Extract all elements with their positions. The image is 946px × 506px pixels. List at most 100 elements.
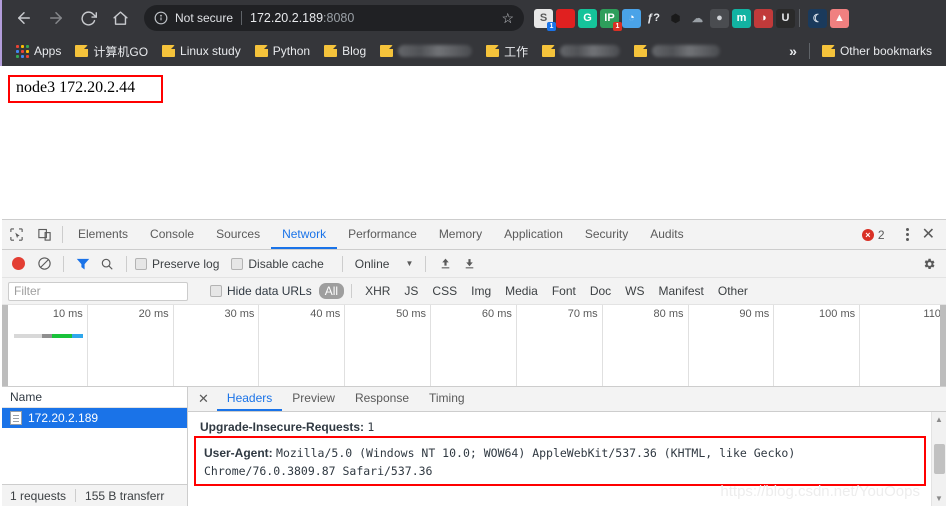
filter-funnel-icon[interactable] bbox=[72, 257, 94, 271]
formula-extension[interactable]: ƒ? bbox=[644, 9, 663, 28]
bookmark-redacted-1[interactable] bbox=[374, 42, 478, 60]
disable-cache-label: Disable cache bbox=[248, 257, 323, 271]
detail-tab-preview[interactable]: Preview bbox=[282, 387, 345, 411]
request-row-172-20-2-189[interactable]: 172.20.2.189 bbox=[2, 408, 187, 428]
scroll-down-arrow-icon[interactable]: ▼ bbox=[935, 491, 943, 506]
bookmark-python[interactable]: Python bbox=[249, 41, 316, 61]
security-status-label[interactable]: Not secure bbox=[175, 11, 233, 25]
filter-type-ws[interactable]: WS bbox=[619, 283, 650, 299]
bookmark-star-icon[interactable]: ☆ bbox=[493, 10, 514, 27]
timeline-tick-label: 70 ms bbox=[568, 308, 598, 320]
scrollbar-thumb[interactable] bbox=[934, 444, 945, 474]
filter-type-font[interactable]: Font bbox=[546, 283, 582, 299]
lastpass-extension[interactable]: U bbox=[776, 9, 795, 28]
bookmark-blog[interactable]: Blog bbox=[318, 41, 372, 61]
url-text[interactable]: 172.20.2.189:8080 bbox=[250, 11, 354, 25]
grammarly-extension[interactable]: G bbox=[578, 9, 597, 28]
bookmarks-overflow-chevron[interactable]: » bbox=[783, 43, 803, 59]
filter-type-css[interactable]: CSS bbox=[426, 283, 463, 299]
apps-grid-icon bbox=[16, 45, 29, 58]
close-detail-icon[interactable]: ✕ bbox=[188, 387, 217, 411]
export-har-icon[interactable] bbox=[458, 257, 480, 270]
omnibox[interactable]: Not secure 172.20.2.189:8080 ☆ bbox=[144, 5, 524, 31]
red-extension[interactable]: ⶜ bbox=[556, 9, 575, 28]
home-icon[interactable] bbox=[106, 4, 134, 32]
timeline-tick-label: 40 ms bbox=[310, 308, 340, 320]
bookmark-redacted-2[interactable] bbox=[536, 42, 626, 60]
tab-console[interactable]: Console bbox=[139, 220, 205, 249]
reload-icon[interactable] bbox=[74, 4, 102, 32]
filter-type-other[interactable]: Other bbox=[712, 283, 754, 299]
detail-scrollbar[interactable]: ▲ ▼ bbox=[931, 412, 946, 506]
forward-arrow-icon[interactable] bbox=[42, 4, 70, 32]
timeline-tick-label: 10 ms bbox=[53, 308, 83, 320]
tab-memory[interactable]: Memory bbox=[428, 220, 493, 249]
import-har-icon[interactable] bbox=[434, 257, 456, 270]
filter-type-divider bbox=[351, 284, 352, 298]
cube-extension[interactable]: ⬢ bbox=[666, 9, 685, 28]
back-arrow-icon[interactable] bbox=[10, 4, 38, 32]
tab-application[interactable]: Application bbox=[493, 220, 574, 249]
timeline-selection-handle-left[interactable] bbox=[2, 305, 8, 386]
cloud-extension[interactable]: ☁ bbox=[688, 9, 707, 28]
bookmark-jisuanjigo[interactable]: 计算机GO bbox=[69, 40, 154, 63]
filter-type-doc[interactable]: Doc bbox=[584, 283, 617, 299]
filter-input[interactable]: Filter bbox=[8, 282, 188, 301]
header-key: User-Agent: bbox=[204, 446, 273, 460]
close-devtools-icon[interactable]: ✕ bbox=[919, 227, 938, 243]
profile-avatar[interactable]: ▲ bbox=[830, 9, 849, 28]
mask-extension[interactable]: ◑ bbox=[754, 9, 773, 28]
timeline-selection-handle-right[interactable] bbox=[940, 305, 946, 386]
inspect-element-icon[interactable] bbox=[2, 220, 30, 249]
bookmark-redacted-3[interactable] bbox=[628, 42, 726, 60]
detail-tab-list: Headers Preview Response Timing bbox=[217, 387, 475, 411]
tab-audits[interactable]: Audits bbox=[639, 220, 694, 249]
request-list-header[interactable]: Name bbox=[2, 387, 187, 408]
bulb-extension[interactable]: ● bbox=[710, 9, 729, 28]
network-overview-timeline[interactable]: 10 ms 20 ms 30 ms 40 ms 50 ms 60 ms 70 ms 80 ms… bbox=[2, 305, 946, 387]
other-bookmarks-folder[interactable]: Other bookmarks bbox=[816, 41, 938, 61]
filter-type-img[interactable]: Img bbox=[465, 283, 497, 299]
hide-data-urls-checkbox[interactable]: Hide data URLs bbox=[210, 284, 312, 298]
filter-type-manifest[interactable]: Manifest bbox=[653, 283, 710, 299]
header-row-upgrade-insecure-requests: Upgrade-Insecure-Requests: 1 bbox=[200, 420, 936, 435]
clear-icon[interactable] bbox=[33, 256, 55, 271]
timeline-tick-2: 30 ms bbox=[174, 305, 260, 386]
timeline-tick-10: 110 bbox=[860, 305, 946, 386]
tab-sources[interactable]: Sources bbox=[205, 220, 271, 249]
filter-type-xhr[interactable]: XHR bbox=[359, 283, 396, 299]
error-count-badge[interactable]: × 2 bbox=[862, 228, 885, 242]
apps-shortcut[interactable]: Apps bbox=[10, 41, 67, 61]
ip-extension[interactable]: IP 1 bbox=[600, 9, 619, 28]
momentum-extension[interactable]: m bbox=[732, 9, 751, 28]
checkbox-box bbox=[135, 258, 147, 270]
evernote-extension[interactable]: S1 bbox=[534, 9, 553, 28]
detail-tab-timing[interactable]: Timing bbox=[419, 387, 475, 411]
scroll-up-arrow-icon[interactable]: ▲ bbox=[935, 412, 943, 427]
detail-tab-headers[interactable]: Headers bbox=[217, 387, 282, 411]
tab-performance[interactable]: Performance bbox=[337, 220, 428, 249]
preserve-log-checkbox[interactable]: Preserve log bbox=[135, 257, 219, 271]
moon-extension[interactable]: ☾ bbox=[808, 9, 827, 28]
disable-cache-checkbox[interactable]: Disable cache bbox=[231, 257, 323, 271]
search-icon[interactable] bbox=[96, 257, 118, 271]
filter-type-media[interactable]: Media bbox=[499, 283, 544, 299]
tab-security[interactable]: Security bbox=[574, 220, 639, 249]
filter-type-all[interactable]: All bbox=[319, 283, 344, 299]
tab-network[interactable]: Network bbox=[271, 220, 337, 249]
throttling-select[interactable]: Online ▼ bbox=[351, 257, 418, 271]
timeline-tick-label: 90 ms bbox=[739, 308, 769, 320]
settings-gear-icon[interactable] bbox=[922, 257, 940, 271]
timeline-tick-1: 20 ms bbox=[88, 305, 174, 386]
checkbox-box bbox=[210, 285, 222, 297]
info-circle-icon[interactable] bbox=[154, 11, 168, 25]
device-toolbar-icon[interactable] bbox=[30, 220, 58, 249]
clock-extension[interactable]: ◔ bbox=[622, 9, 641, 28]
bookmark-gongzuo[interactable]: 工作 bbox=[480, 40, 534, 63]
filter-type-js[interactable]: JS bbox=[398, 283, 424, 299]
tab-elements[interactable]: Elements bbox=[67, 220, 139, 249]
detail-tab-response[interactable]: Response bbox=[345, 387, 419, 411]
record-button[interactable] bbox=[12, 257, 25, 270]
more-options-icon[interactable] bbox=[902, 228, 913, 241]
bookmark-linux-study[interactable]: Linux study bbox=[156, 41, 247, 61]
